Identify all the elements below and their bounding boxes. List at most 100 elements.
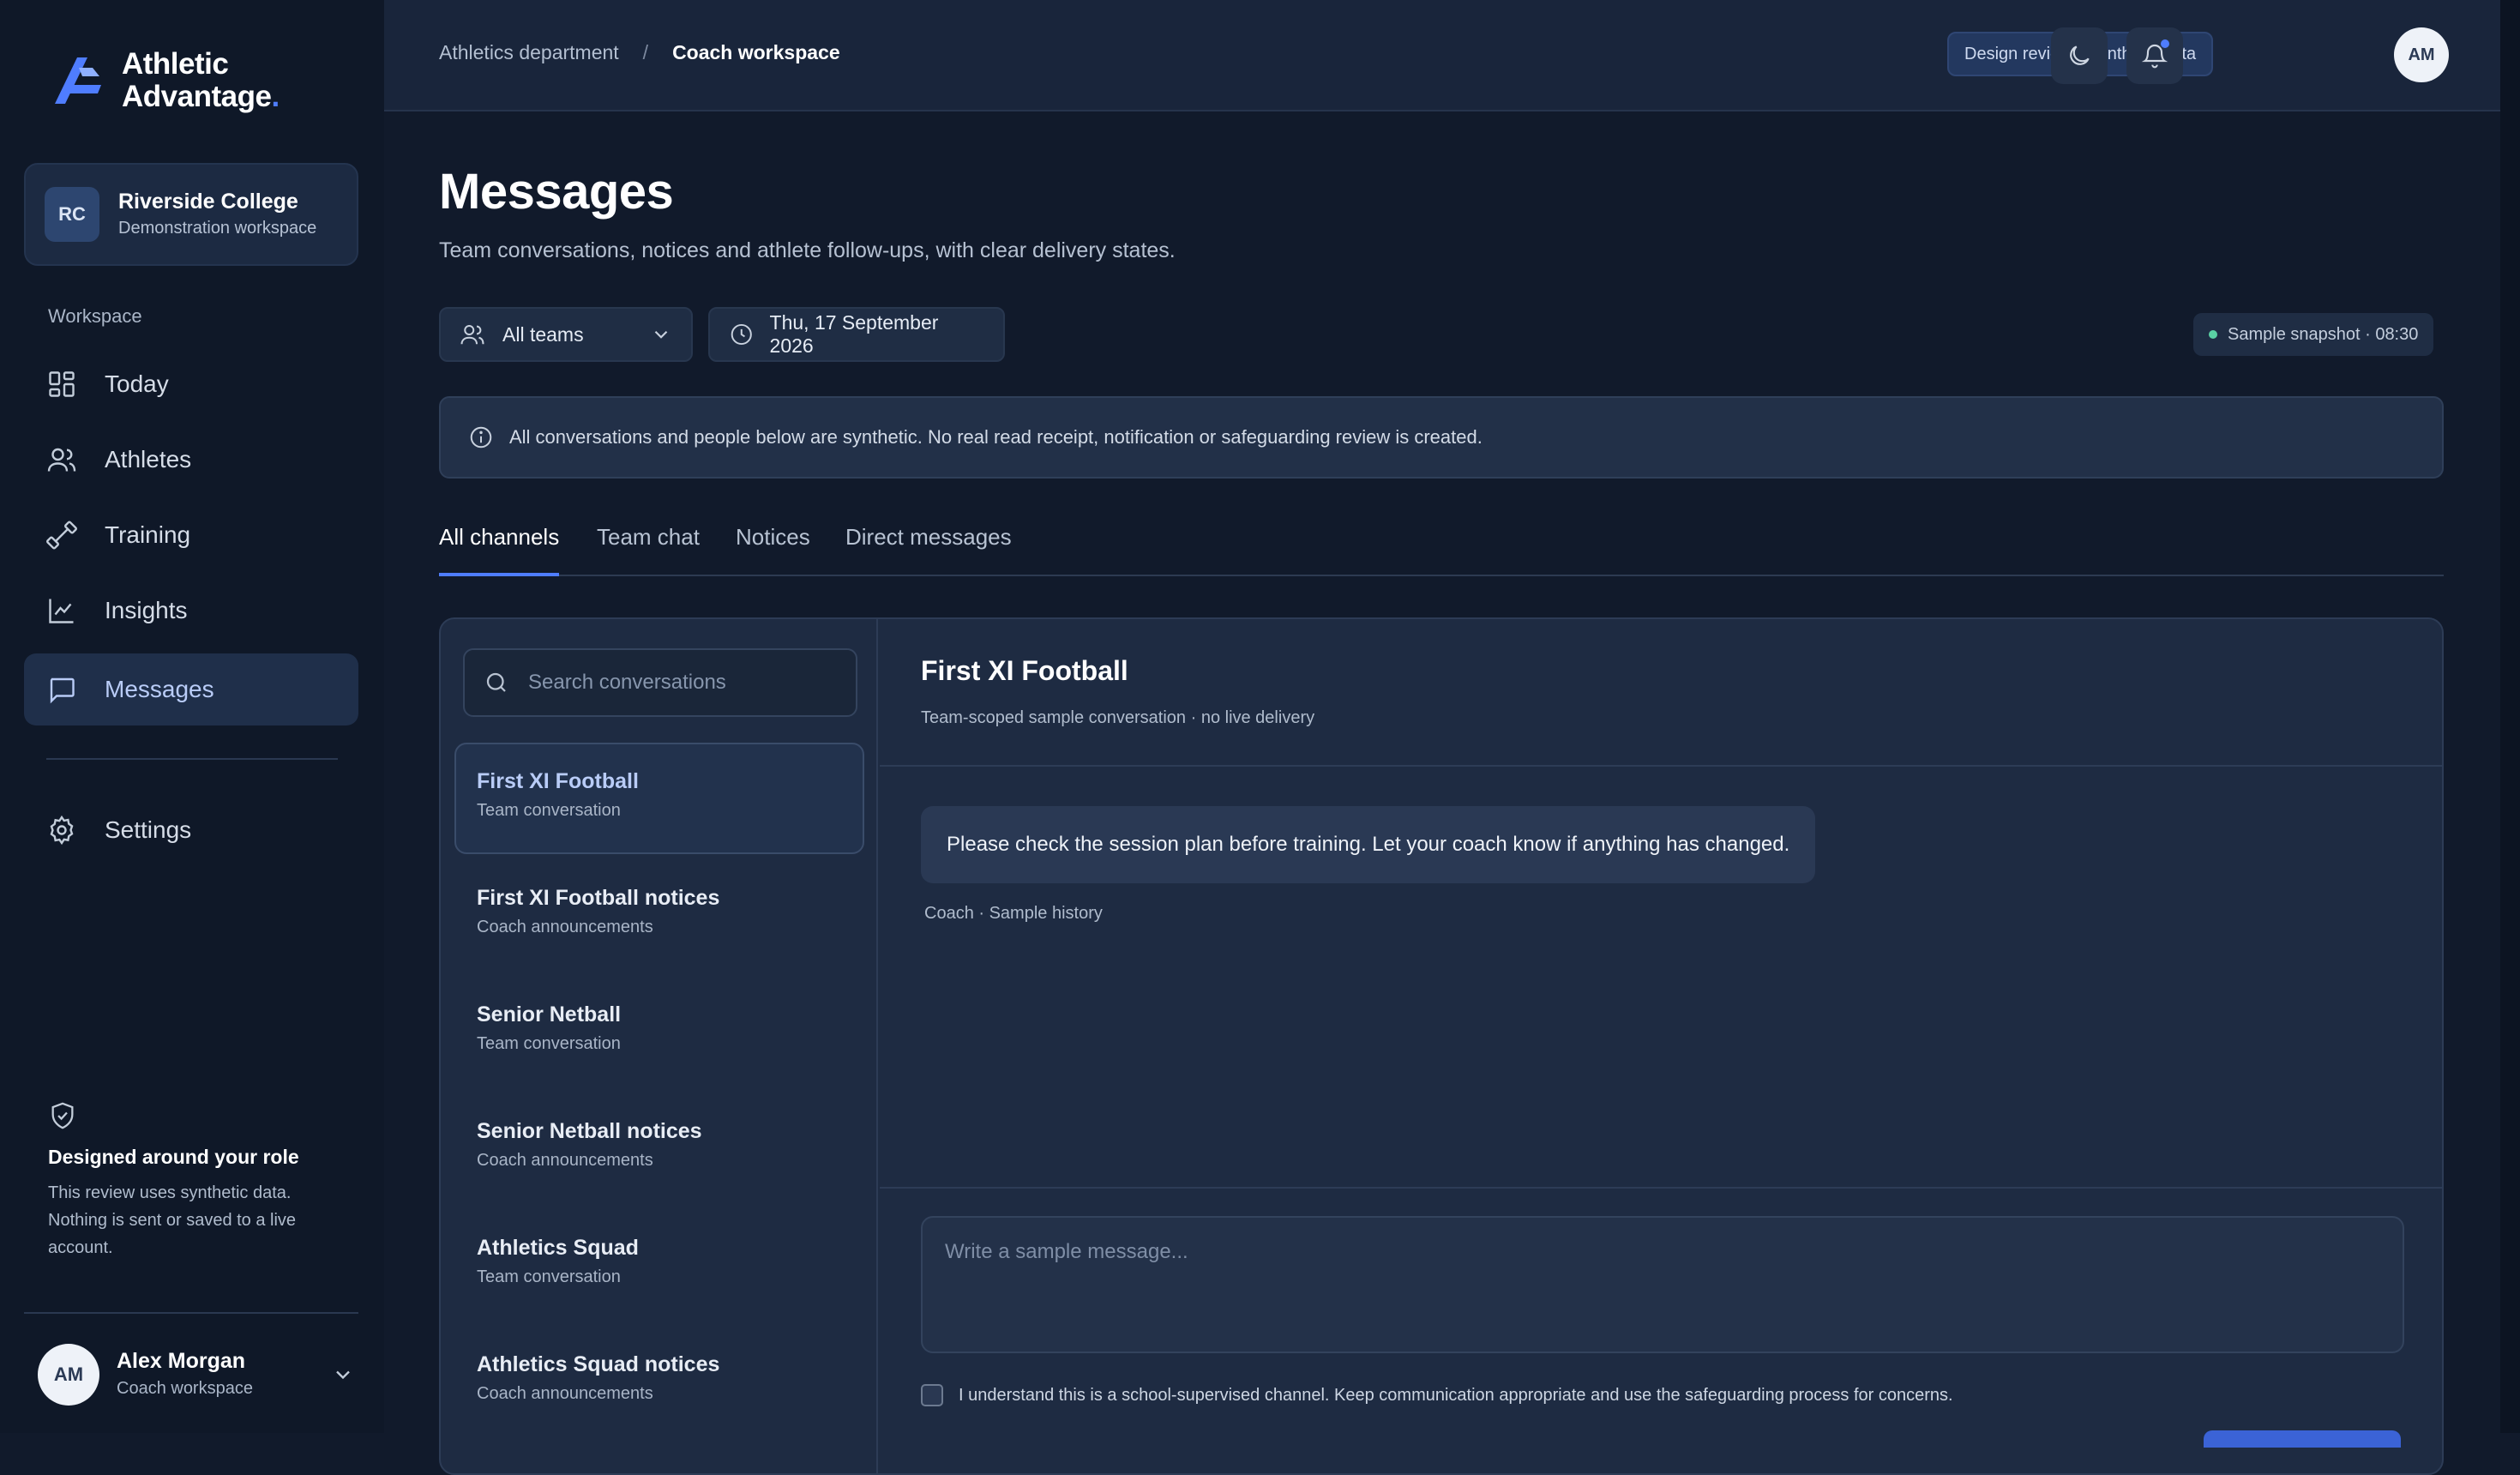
avatar[interactable]: AM [2394, 27, 2449, 82]
sidebar-item-messages[interactable]: Messages [24, 653, 358, 725]
team-filter-value: All teams [502, 322, 584, 346]
sidebar-item-athletes[interactable]: Athletes [24, 424, 358, 496]
brand-logo[interactable]: Athletic Advantage. [48, 48, 280, 113]
conversation-type: Team conversation [477, 801, 621, 820]
users-icon [47, 448, 76, 472]
conversation-name: First XI Football [477, 769, 639, 793]
date-picker[interactable]: Thu, 17 September 2026 [708, 307, 1005, 362]
conversation-search [463, 648, 857, 717]
notifications-button[interactable] [2126, 27, 2183, 84]
moon-icon [2070, 45, 2090, 65]
date-value: Thu, 17 September 2026 [769, 311, 939, 357]
search-input[interactable] [526, 670, 856, 695]
brand-name-line2: Advantage [122, 80, 272, 113]
user-name: Alex Morgan [117, 1349, 246, 1373]
conversation-thread: First XI Football Team-scoped sample con… [880, 619, 2442, 1473]
thread-header: First XI Football Team-scoped sample con… [880, 619, 2442, 767]
sidebar-item-label: Today [105, 370, 169, 397]
conversation-name: Senior Netball notices [477, 1119, 702, 1143]
user-divider [24, 1312, 358, 1314]
sidebar-item-label: Training [105, 521, 191, 548]
send-button[interactable] [2204, 1430, 2401, 1448]
org-name: Riverside College [118, 190, 298, 214]
role-card-title: Designed around your role [48, 1146, 299, 1168]
sidebar: Athletic Advantage. RC Riverside College… [0, 0, 384, 1433]
tab-team-chat[interactable]: Team chat [597, 516, 700, 576]
sidebar-divider [46, 758, 338, 760]
gear-icon [50, 815, 74, 846]
tab-direct-messages[interactable]: Direct messages [845, 516, 1012, 576]
conversation-item[interactable]: First XI Football Team conversation [454, 743, 864, 854]
chevron-down-icon [336, 1370, 350, 1380]
message-composer: I understand this is a school-supervised… [880, 1187, 2442, 1473]
conversation-type: Coach announcements [477, 1384, 653, 1403]
breadcrumb-item-department[interactable]: Athletics department [439, 41, 619, 64]
search-icon [486, 672, 506, 692]
conversation-item[interactable]: Senior Netball notices Coach announcemen… [454, 1093, 864, 1204]
conversation-type: Coach announcements [477, 918, 653, 936]
conversation-item[interactable]: First XI Football notices Coach announce… [454, 859, 864, 971]
message-square-icon [50, 677, 75, 704]
brand-name-line1: Athletic [122, 47, 229, 81]
breadcrumb: Athletics department / Coach workspace [439, 41, 840, 64]
sidebar-item-settings[interactable]: Settings [24, 794, 358, 866]
conversation-list: First XI Football Team conversation Firs… [441, 619, 878, 1473]
user-menu[interactable]: AM Alex Morgan Coach workspace [38, 1344, 355, 1406]
consent-checkbox[interactable] [921, 1384, 943, 1406]
snapshot-status: Sample snapshot · 08:30 [2193, 313, 2434, 356]
sidebar-item-training[interactable]: Training [24, 499, 358, 571]
sidebar-item-label: Settings [105, 816, 192, 843]
chevron-down-icon [654, 330, 668, 339]
message-meta: Coach · Sample history [924, 904, 1103, 923]
org-switcher[interactable]: RC Riverside College Demonstration works… [24, 163, 358, 266]
messaging-panel: First XI Football Team conversation Firs… [439, 617, 2444, 1475]
org-avatar: RC [45, 187, 99, 242]
conversation-name: Athletics Squad notices [477, 1352, 720, 1376]
conversation-name: First XI Football notices [477, 886, 720, 910]
brand-name: Athletic Advantage. [122, 47, 280, 113]
page-subtitle: Team conversations, notices and athlete … [439, 238, 1176, 262]
safeguarding-consent[interactable]: I understand this is a school-supervised… [921, 1384, 1953, 1406]
topbar: Athletics department / Coach workspace D… [384, 0, 2500, 111]
notice-text: All conversations and people below are s… [509, 426, 1483, 448]
tab-all-channels[interactable]: All channels [439, 516, 560, 576]
clock-icon [731, 323, 752, 346]
theme-toggle-button[interactable] [2051, 27, 2108, 84]
channel-tabs: All channels Team chat Notices Direct me… [439, 516, 2444, 576]
info-icon [470, 426, 492, 449]
page-title: Messages [439, 164, 674, 220]
status-dot [2209, 330, 2217, 339]
window-edge [2500, 0, 2520, 1433]
conversation-item[interactable]: Athletics Squad Team conversation [454, 1209, 864, 1321]
shield-check-icon [51, 1102, 74, 1129]
consent-text: I understand this is a school-supervised… [959, 1385, 1953, 1405]
role-card-text: This review uses synthetic data. Nothing… [48, 1183, 297, 1257]
conversation-type: Coach announcements [477, 1151, 653, 1170]
conversation-type: Team conversation [477, 1034, 621, 1053]
sidebar-item-today[interactable]: Today [24, 348, 358, 420]
brand-mark-icon [55, 57, 101, 104]
sidebar-item-label: Messages [105, 676, 214, 702]
conversation-type: Team conversation [477, 1267, 621, 1286]
breadcrumb-separator: / [642, 41, 649, 63]
sidebar-item-label: Insights [105, 597, 188, 623]
conversation-item[interactable]: Senior Netball Team conversation [454, 976, 864, 1087]
message-input[interactable] [921, 1216, 2404, 1353]
role-info-card: Designed around your role This review us… [48, 1101, 340, 1261]
chart-line-icon [49, 599, 74, 623]
tab-notices[interactable]: Notices [736, 516, 810, 576]
dashboard-icon [49, 371, 75, 397]
message-bubble: Please check the session plan before tra… [921, 806, 1816, 883]
users-icon [460, 325, 484, 345]
conversation-item[interactable]: Athletics Squad notices Coach announceme… [454, 1326, 864, 1437]
breadcrumb-item-current: Coach workspace [672, 41, 840, 63]
snapshot-label: Sample snapshot · 08:30 [2228, 324, 2419, 344]
org-subtitle: Demonstration workspace [118, 219, 317, 238]
main-content: Messages Team conversations, notices and… [384, 113, 2500, 1475]
team-filter-select[interactable]: All teams [439, 307, 693, 362]
conversation-name: Athletics Squad [477, 1236, 639, 1260]
conversation-name: Senior Netball [477, 1002, 622, 1026]
sidebar-item-insights[interactable]: Insights [24, 575, 358, 647]
thread-subtitle: Team-scoped sample conversation · no liv… [921, 708, 1315, 727]
synthetic-data-notice: All conversations and people below are s… [439, 396, 2444, 479]
